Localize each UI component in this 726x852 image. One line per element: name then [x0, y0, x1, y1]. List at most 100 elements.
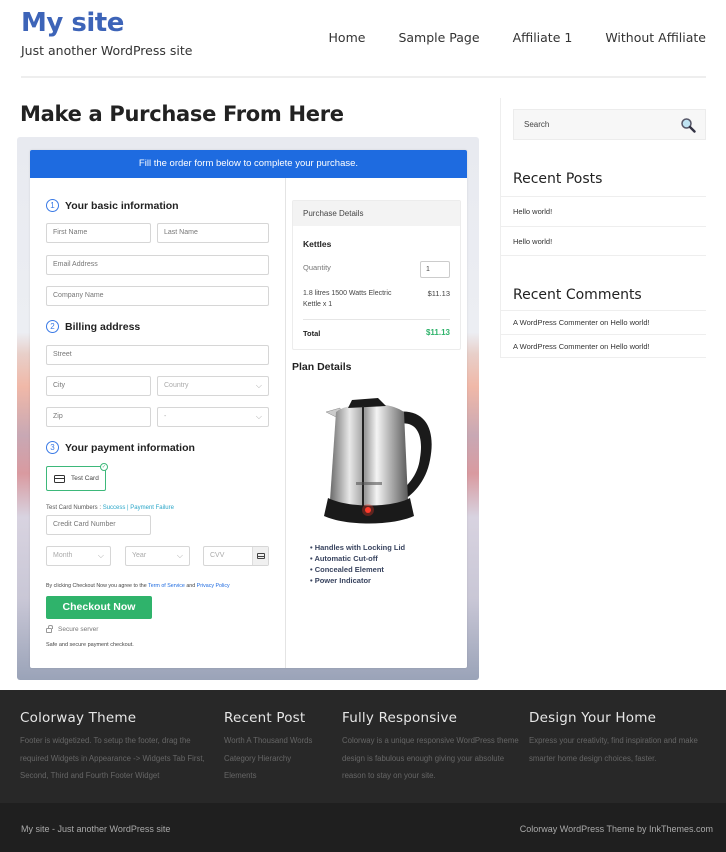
safe-checkout-text: Safe and secure payment checkout. — [46, 642, 134, 648]
section-title: Your basic information — [65, 199, 179, 212]
street-input[interactable]: Street — [46, 345, 269, 365]
footer-col-title: Fully Responsive — [342, 710, 458, 726]
total-amount: $11.13 — [425, 328, 450, 337]
checkout-now-button[interactable]: Checkout Now — [46, 596, 152, 619]
item-price: $11.13 — [427, 289, 450, 298]
test-card-label: Test Card Numbers : — [46, 505, 103, 511]
footer-col-text: Express your creativity, find inspiratio… — [529, 736, 698, 763]
nav-sample-page[interactable]: Sample Page — [398, 30, 479, 45]
search-icon[interactable] — [680, 117, 696, 133]
last-name-input[interactable]: Last Name — [157, 223, 269, 243]
credit-card-icon — [54, 474, 65, 483]
product-name: Kettles — [303, 239, 332, 249]
footer-post-link[interactable]: Category Hierarchy — [224, 750, 334, 768]
site-tagline: Just another WordPress site — [21, 43, 193, 58]
chevron-down-icon: ⌵ — [97, 551, 104, 560]
total-divider — [303, 319, 450, 320]
terms-of-service-link[interactable]: Term of Service — [148, 583, 185, 589]
search-input[interactable]: Search — [513, 109, 706, 140]
payment-method-label: Test Card — [71, 475, 99, 482]
footer-col-text: Footer is widgetized. To setup the foote… — [20, 736, 205, 780]
year-select[interactable]: Year ⌵ — [125, 546, 190, 566]
section-title: Billing address — [65, 320, 141, 333]
footer-post-link[interactable]: Elements — [224, 767, 334, 785]
footer-col-title: Colorway Theme — [20, 710, 137, 726]
feature-item: Concealed Element — [310, 564, 405, 575]
state-select-value: - — [164, 413, 167, 420]
section-basic-info: 1 Your basic information — [46, 199, 179, 212]
recent-post-link[interactable]: Hello world! — [501, 196, 706, 226]
column-divider — [285, 178, 286, 668]
payment-failure-link[interactable]: Payment Failure — [130, 505, 174, 511]
plan-details-title: Plan Details — [292, 361, 352, 373]
state-select[interactable]: - ⌵ — [157, 407, 269, 427]
success-link[interactable]: Success — [103, 505, 126, 511]
footer-col-recent-post: Recent Post Worth A Thousand Words Categ… — [224, 710, 334, 785]
footer-col-title: Recent Post — [224, 710, 306, 726]
recent-posts-title: Recent Posts — [513, 171, 603, 187]
feature-item: Automatic Cut-off — [310, 553, 405, 564]
section-title: Your payment information — [65, 441, 195, 454]
total-label: Total — [303, 329, 321, 338]
feature-item: Handles with Locking Lid — [310, 542, 405, 553]
first-name-input[interactable]: First Name — [46, 223, 151, 243]
cvv-placeholder: CVV — [210, 552, 225, 559]
footer: Colorway Theme Footer is widgetized. To … — [0, 690, 726, 803]
country-select[interactable]: Country ⌵ — [157, 376, 269, 396]
footer-col-colorway: Colorway Theme Footer is widgetized. To … — [20, 710, 215, 785]
recent-post-link[interactable]: Hello world! — [501, 226, 706, 256]
footer-theme-credit[interactable]: Colorway WordPress Theme by InkThemes.co… — [520, 824, 713, 834]
footer-col-text: Colorway is a unique responsive WordPres… — [342, 736, 519, 780]
form-banner: Fill the order form below to complete yo… — [30, 150, 467, 178]
city-input[interactable]: City — [46, 376, 151, 396]
site-title[interactable]: My site — [21, 8, 124, 38]
step-number: 2 — [46, 320, 59, 333]
year-select-value: Year — [132, 552, 147, 559]
recent-comments-title: Recent Comments — [513, 287, 642, 303]
secure-server: Secure server — [46, 625, 99, 633]
chevron-down-icon: ⌵ — [255, 412, 262, 421]
footer-col-design-home: Design Your Home Express your creativity… — [529, 710, 724, 767]
purchase-details: Purchase Details Kettles Quantity 1 1.8 … — [292, 200, 461, 350]
main-nav: Home Sample Page Affiliate 1 Without Aff… — [329, 30, 706, 45]
recent-comment-link[interactable]: A WordPress Commenter on Hello world! — [501, 310, 706, 334]
month-select[interactable]: Month ⌵ — [46, 546, 111, 566]
company-input[interactable]: Company Name — [46, 286, 269, 306]
recent-comment-link[interactable]: A WordPress Commenter on Hello world! — [501, 334, 706, 358]
secure-server-label: Secure server — [58, 626, 99, 633]
footer-bottom-bar: My site - Just another WordPress site Co… — [0, 803, 726, 852]
footer-site-credit[interactable]: My site - Just another WordPress site — [21, 824, 170, 834]
chevron-down-icon: ⌵ — [176, 551, 183, 560]
feature-item: Power Indicator — [310, 575, 405, 586]
chevron-down-icon: ⌵ — [255, 381, 262, 390]
step-number: 1 — [46, 199, 59, 212]
section-billing: 2 Billing address — [46, 320, 140, 333]
purchase-details-heading: Purchase Details — [293, 201, 460, 226]
quantity-label: Quantity — [303, 263, 331, 272]
cvv-card-icon — [252, 547, 268, 565]
privacy-policy-link[interactable]: Privacy Policy — [197, 583, 230, 589]
test-card-numbers: Test Card Numbers : Success | Payment Fa… — [46, 505, 174, 511]
zip-input[interactable]: Zip — [46, 407, 151, 427]
card-number-input[interactable]: Credit Card Number — [46, 515, 151, 535]
country-select-value: Country — [164, 382, 189, 389]
header-divider — [21, 76, 706, 78]
lock-icon — [46, 625, 53, 633]
step-number: 3 — [46, 441, 59, 454]
kettle-product-image — [324, 398, 432, 524]
page-title: Make a Purchase From Here — [20, 102, 344, 126]
selected-check-icon: ✓ — [100, 463, 108, 471]
cvv-input[interactable]: CVV — [203, 546, 269, 566]
item-description: 1.8 litres 1500 Watts Electric Kettle x … — [303, 290, 392, 308]
nav-affiliate-1[interactable]: Affiliate 1 — [513, 30, 573, 45]
terms-prefix: By clicking Checkout Now you agree to th… — [46, 583, 149, 589]
email-input[interactable]: Email Address — [46, 255, 269, 275]
nav-home[interactable]: Home — [329, 30, 366, 45]
footer-col-responsive: Fully Responsive Colorway is a unique re… — [342, 710, 522, 785]
section-payment: 3 Your payment information — [46, 441, 195, 454]
quantity-input[interactable]: 1 — [420, 261, 450, 278]
month-select-value: Month — [53, 552, 73, 559]
payment-method-test-card[interactable]: Test Card — [46, 466, 106, 491]
nav-without-affiliate[interactable]: Without Affiliate — [605, 30, 706, 45]
footer-post-link[interactable]: Worth A Thousand Words — [224, 732, 334, 750]
